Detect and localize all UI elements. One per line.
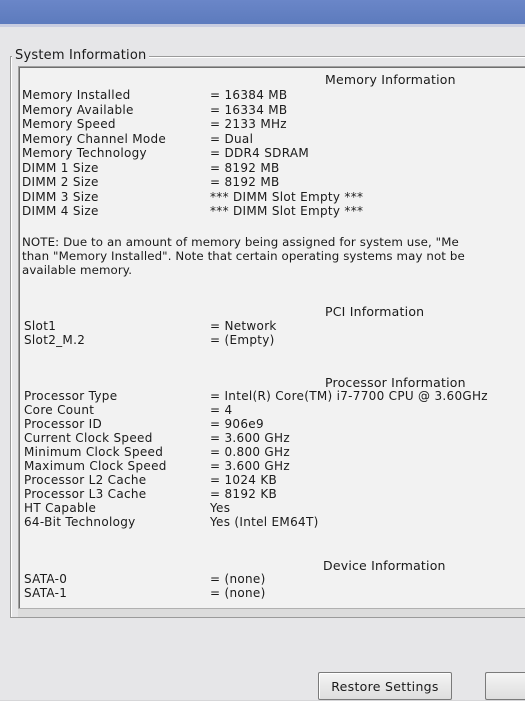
row-label: Maximum Clock Speed xyxy=(24,459,167,473)
row-value: = 1024 KB xyxy=(210,473,278,487)
row-label: Memory Installed xyxy=(22,88,131,102)
row-value: *** DIMM Slot Empty *** xyxy=(210,204,364,218)
partial-button[interactable] xyxy=(485,672,525,700)
row-label: DIMM 4 Size xyxy=(22,204,99,218)
row-label: Current Clock Speed xyxy=(24,431,153,445)
row-value: Yes xyxy=(210,501,231,515)
row-label: Memory Speed xyxy=(22,117,116,131)
restore-settings-button[interactable]: Restore Settings xyxy=(318,672,452,700)
row-label: 64-Bit Technology xyxy=(24,515,136,529)
group-title: System Information xyxy=(12,48,150,63)
row-value: = 16384 MB xyxy=(210,88,288,102)
row-value: = DDR4 SDRAM xyxy=(210,146,310,160)
row-value: = 8192 KB xyxy=(210,487,278,501)
row-label: Minimum Clock Speed xyxy=(24,445,164,459)
row-value: = (Empty) xyxy=(210,333,275,347)
panel-bottom-edge xyxy=(18,608,525,617)
row-label: SATA-0 xyxy=(24,572,68,586)
row-value: = (none) xyxy=(210,586,266,600)
row-label: Memory Available xyxy=(22,102,134,117)
info-panel[interactable]: Memory Information Memory Installed = 16… xyxy=(18,66,525,609)
row-value: = 16334 MB xyxy=(210,102,288,117)
row-label: DIMM 3 Size xyxy=(22,189,99,204)
row-label: Processor Type xyxy=(24,389,118,403)
note-line: than "Memory Installed". Note that certa… xyxy=(22,249,465,263)
pci-heading: PCI Information xyxy=(325,304,425,319)
note-line: available memory. xyxy=(22,263,133,277)
row-label: Core Count xyxy=(24,403,95,417)
row-value: Yes (Intel EM64T) xyxy=(210,515,319,529)
row-value: = Intel(R) Core(TM) i7-7700 CPU @ 3.60GH… xyxy=(210,389,488,403)
memory-note: NOTE: Due to an amount of memory being a… xyxy=(22,235,525,277)
row-value: = (none) xyxy=(210,572,266,586)
row-value: = 2133 MHz xyxy=(210,117,287,131)
title-bar xyxy=(0,0,525,24)
device-heading: Device Information xyxy=(323,558,446,573)
row-label: Slot2_M.2 xyxy=(24,333,86,347)
row-value: = 4 xyxy=(210,403,233,417)
row-label: DIMM 2 Size xyxy=(22,175,99,189)
row-label: Processor L2 Cache xyxy=(24,473,147,487)
row-value: = Network xyxy=(210,319,277,333)
row-value: = 0.800 GHz xyxy=(210,445,290,459)
memory-heading: Memory Information xyxy=(325,72,456,87)
note-line: NOTE: Due to an amount of memory being a… xyxy=(22,235,459,249)
row-label: HT Capable xyxy=(24,501,97,515)
row-label: SATA-1 xyxy=(24,586,68,600)
row-value: = 8192 MB xyxy=(210,175,280,189)
row-value: = Dual xyxy=(210,131,254,146)
row-label: Processor ID xyxy=(24,417,102,431)
row-label: Slot1 xyxy=(24,319,57,333)
row-value: = 3.600 GHz xyxy=(210,459,290,473)
row-value: *** DIMM Slot Empty *** xyxy=(210,189,364,204)
info-scroll-area: Memory Information Memory Installed = 16… xyxy=(19,67,525,609)
row-label: Memory Technology xyxy=(22,146,147,160)
row-value: = 3.600 GHz xyxy=(210,431,290,445)
processor-heading: Processor Information xyxy=(325,375,466,390)
row-label: Processor L3 Cache xyxy=(24,487,147,501)
row-value: = 8192 MB xyxy=(210,160,280,175)
row-label: Memory Channel Mode xyxy=(22,131,167,146)
row-value: = 906e9 xyxy=(210,417,264,431)
row-label: DIMM 1 Size xyxy=(22,160,99,175)
